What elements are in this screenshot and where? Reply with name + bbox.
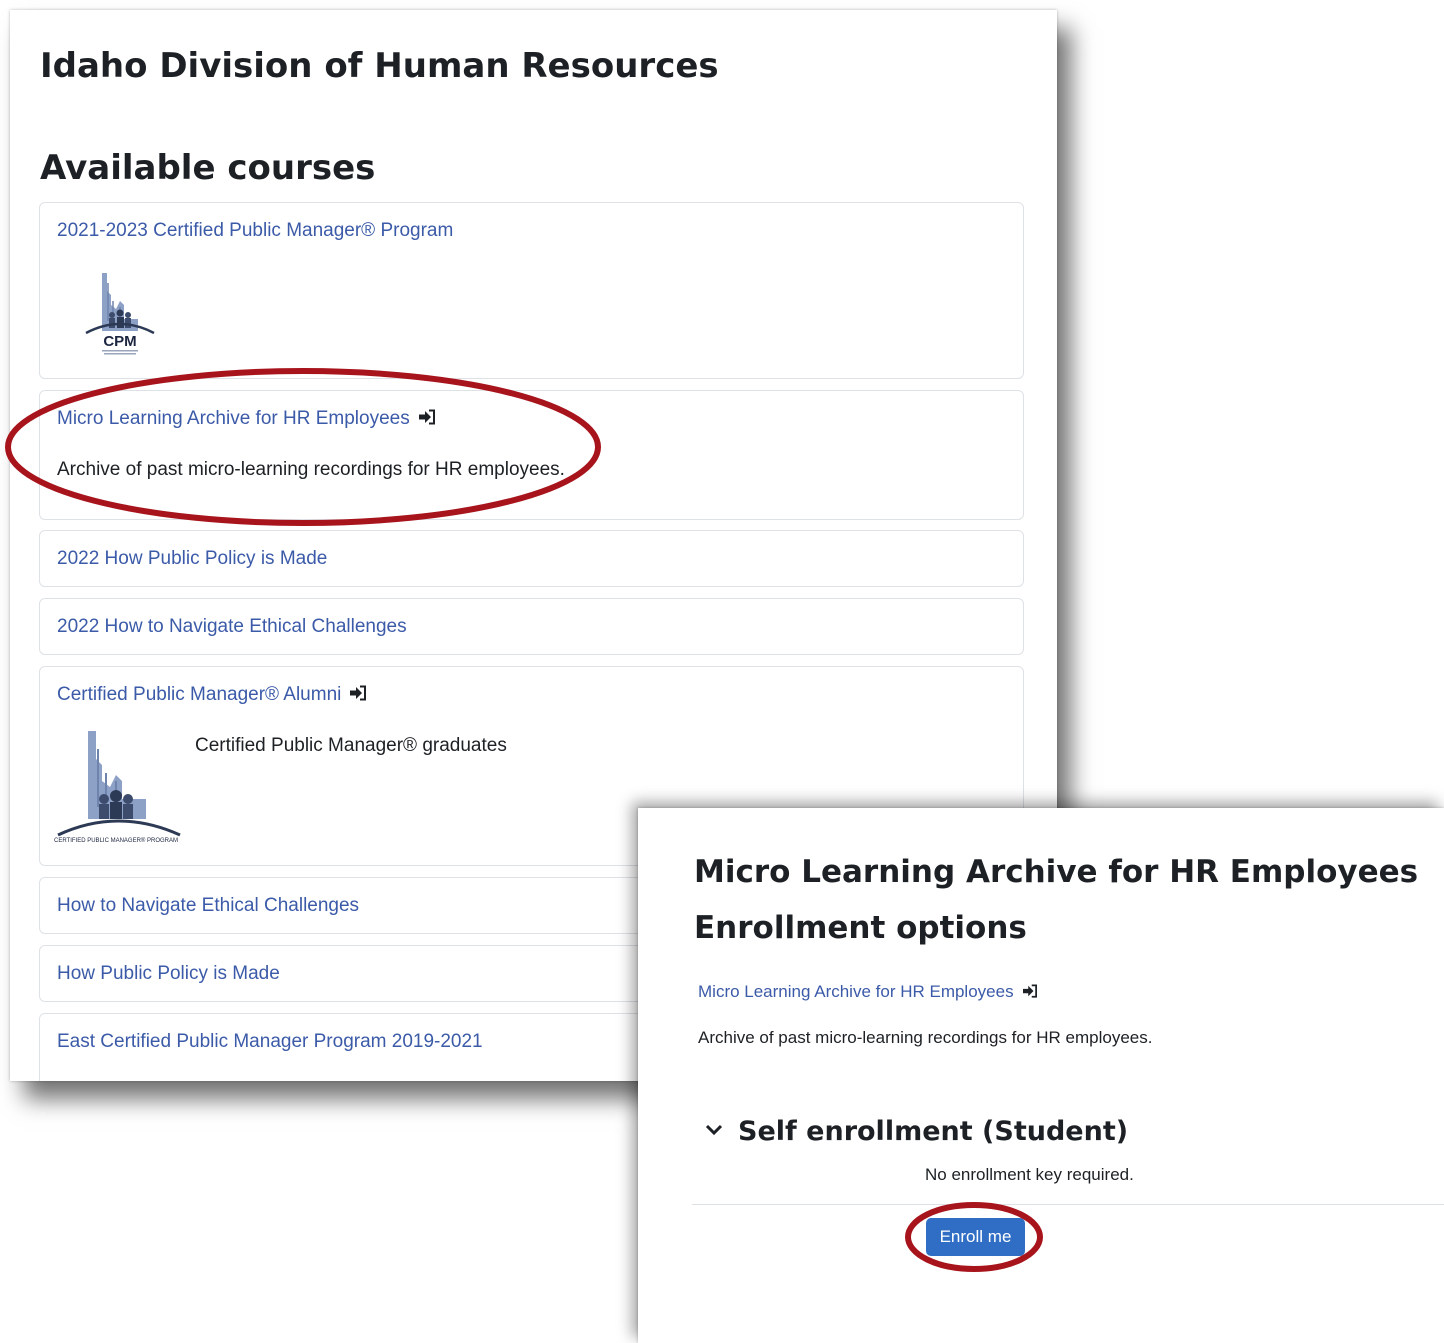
course-box: 2022 How Public Policy is Made <box>39 530 1024 587</box>
course-link[interactable]: How Public Policy is Made <box>57 963 280 985</box>
enrollment-course-title: Micro Learning Archive for HR Employees <box>694 854 1419 890</box>
site-title: Idaho Division of Human Resources <box>40 46 719 86</box>
course-link[interactable]: 2021-2023 Certified Public Manager® Prog… <box>57 220 453 242</box>
sign-in-icon <box>350 685 367 701</box>
course-box: 2022 How to Navigate Ethical Challenges <box>39 598 1024 655</box>
course-summary: Certified Public Manager® graduates <box>195 735 507 756</box>
enroll-me-button[interactable]: Enroll me <box>926 1218 1025 1256</box>
sign-in-icon <box>418 409 435 425</box>
enrollment-options-panel: Micro Learning Archive for HR Employees … <box>638 808 1444 1343</box>
course-link[interactable]: Certified Public Manager® Alumni <box>57 684 367 706</box>
self-enrollment-heading: Self enrollment (Student) <box>738 1116 1129 1147</box>
divider <box>692 1204 1444 1205</box>
course-box: 2021-2023 Certified Public Manager® Prog… <box>39 202 1024 379</box>
cpm-alumni-logo-caption: CERTIFIED PUBLIC MANAGER® PROGRAM <box>54 837 178 844</box>
enrollment-course-summary: Archive of past micro-learning recording… <box>698 1028 1153 1047</box>
enrollment-options-heading: Enrollment options <box>694 910 1027 946</box>
enrollment-key-note: No enrollment key required. <box>925 1165 1134 1184</box>
course-link[interactable]: East Certified Public Manager Program 20… <box>57 1031 483 1053</box>
cpm-logo-text: CPM <box>103 333 136 350</box>
cpm-logo-icon: CPM <box>85 273 155 355</box>
course-link[interactable]: 2022 How to Navigate Ethical Challenges <box>57 616 407 638</box>
course-box-micro-learning: Micro Learning Archive for HR Employees … <box>39 390 1024 520</box>
chevron-down-icon <box>705 1124 723 1136</box>
course-link[interactable]: How to Navigate Ethical Challenges <box>57 895 359 917</box>
course-link-micro-learning[interactable]: Micro Learning Archive for HR Employees <box>57 408 436 430</box>
cpm-alumni-logo-icon: CERTIFIED PUBLIC MANAGER® PROGRAM <box>54 731 181 844</box>
sign-in-icon <box>1022 984 1037 998</box>
available-courses-heading: Available courses <box>40 148 376 188</box>
course-summary: Archive of past micro-learning recording… <box>57 459 565 480</box>
enrollment-course-link[interactable]: Micro Learning Archive for HR Employees <box>698 982 1038 1002</box>
course-link[interactable]: 2022 How Public Policy is Made <box>57 548 327 570</box>
self-enrollment-toggle[interactable]: Self enrollment (Student) <box>704 1116 1128 1147</box>
